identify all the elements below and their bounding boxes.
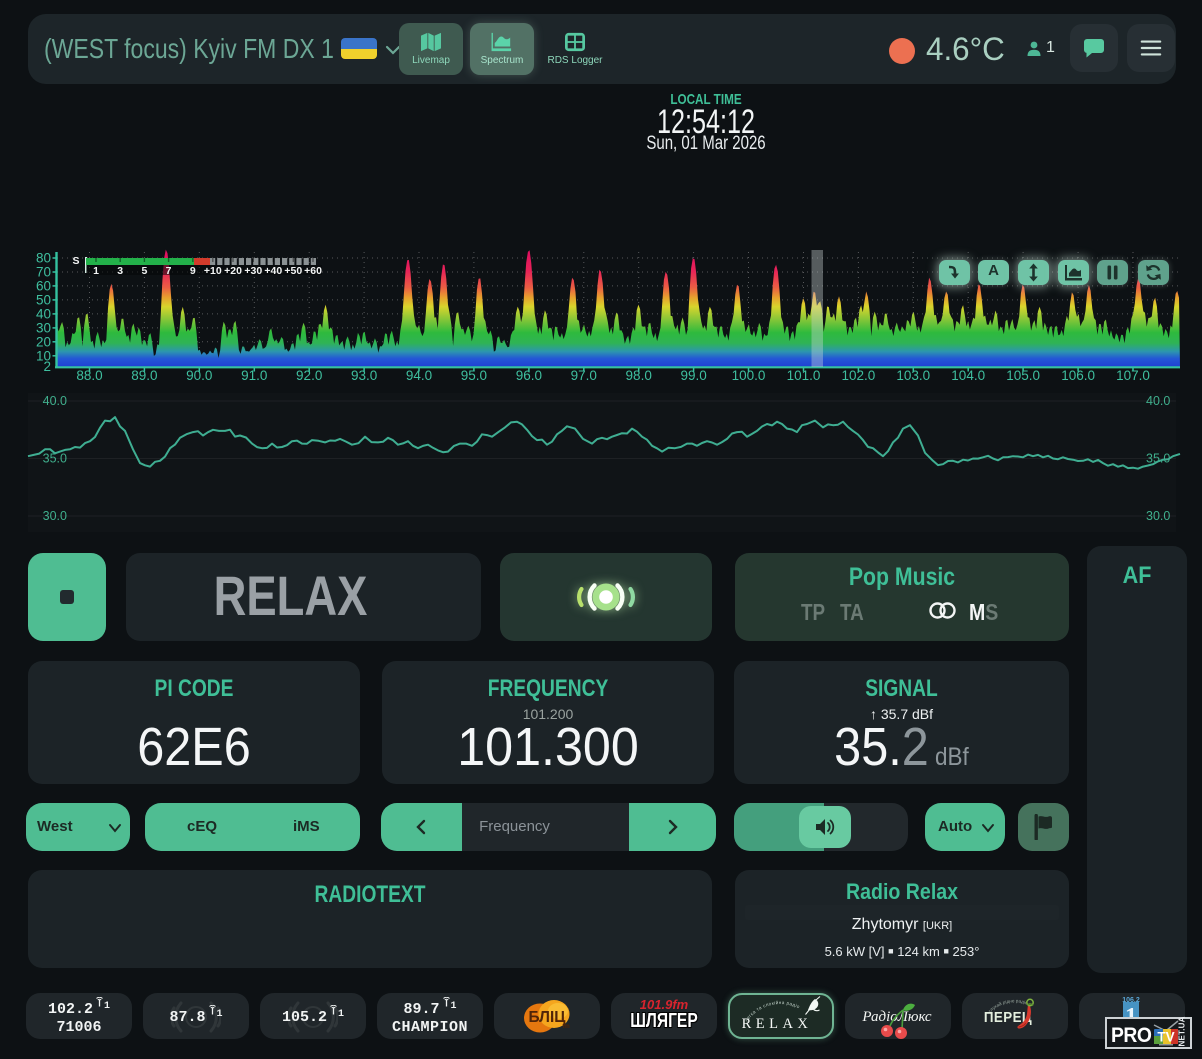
svg-text:RELAX: RELAX [742, 1016, 813, 1032]
svg-text:БЛІЦ: БЛІЦ [529, 1009, 566, 1026]
svg-text:fm: fm [562, 1024, 569, 1030]
svg-text:TV: TV [1157, 1030, 1174, 1045]
